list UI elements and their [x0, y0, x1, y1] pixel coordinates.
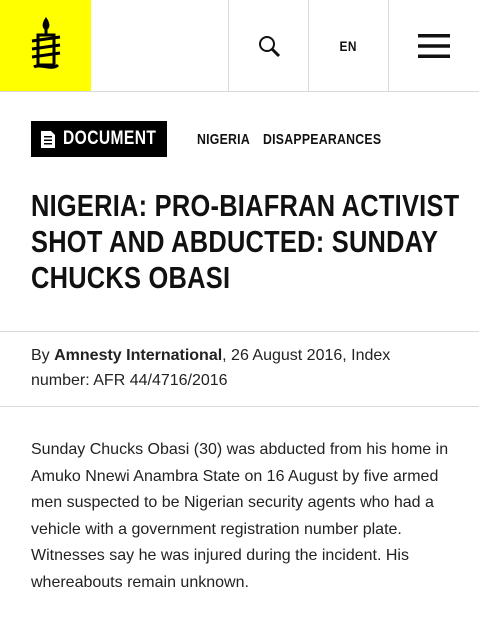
divider: [0, 406, 479, 407]
tag-nigeria[interactable]: NIGERIA: [197, 131, 250, 148]
article-tags: DOCUMENT NIGERIA DISAPPEARANCES: [31, 121, 407, 157]
hamburger-menu-icon: [418, 33, 450, 58]
divider: [0, 331, 479, 332]
document-badge[interactable]: DOCUMENT: [31, 121, 167, 157]
tag-disappearances[interactable]: DISAPPEARANCES: [263, 131, 381, 148]
article-body: Sunday Chucks Obasi (30) was abducted fr…: [31, 441, 449, 591]
menu-button[interactable]: [388, 0, 479, 91]
header-spacer: [91, 0, 228, 91]
byline-prefix: By: [31, 347, 55, 364]
language-selector[interactable]: EN: [308, 0, 388, 91]
article-byline: By Amnesty International, 26 August 2016…: [31, 343, 451, 393]
article-title: NIGERIA: PRO-BIAFRAN ACTIVIST SHOT AND A…: [31, 188, 460, 295]
amnesty-logo[interactable]: [0, 0, 91, 91]
candle-logo-icon: [31, 16, 60, 69]
document-badge-label: DOCUMENT: [63, 128, 157, 149]
language-label: EN: [339, 37, 358, 54]
site-header: EN: [0, 0, 479, 92]
document-icon: [41, 130, 55, 148]
search-button[interactable]: [228, 0, 308, 91]
search-icon: [258, 35, 280, 57]
author-link[interactable]: Amnesty International: [54, 347, 222, 364]
